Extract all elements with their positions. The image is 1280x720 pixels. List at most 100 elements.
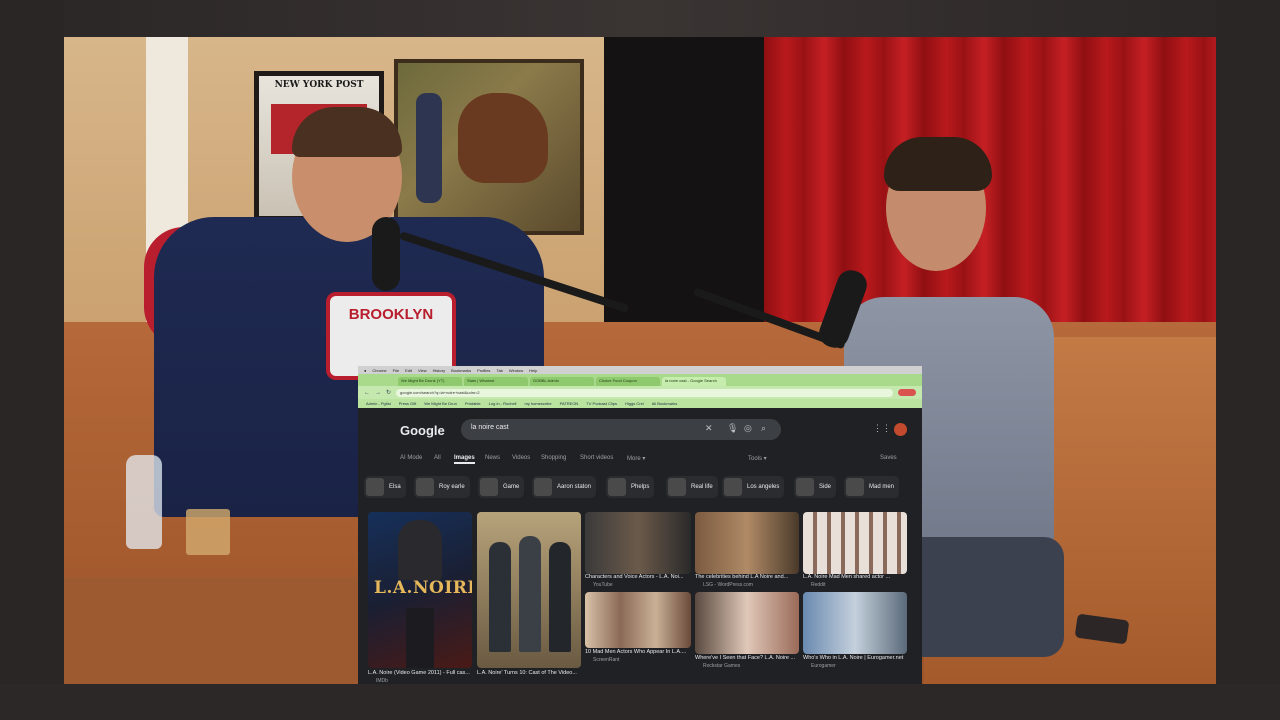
search-nav-tabs: AI Mode All Images News Videos Shopping … — [400, 455, 910, 467]
bookmark[interactable]: Higgs Crel — [625, 401, 644, 406]
tab-shopping[interactable]: Shopping — [541, 455, 566, 461]
reload-icon[interactable]: ↻ — [386, 389, 391, 396]
chip[interactable]: Side — [794, 476, 837, 498]
result-caption[interactable]: Where've I Seen that Face? L.A. Noire ..… — [695, 655, 799, 661]
tab-videos[interactable]: Videos — [512, 455, 530, 461]
chip[interactable]: Game — [478, 476, 525, 498]
menu-item[interactable]: Bookmarks — [451, 368, 471, 373]
menu-item[interactable]: File — [393, 368, 399, 373]
chip-thumbnail — [668, 478, 686, 496]
chip-thumbnail — [416, 478, 434, 496]
result-caption[interactable]: Who's Who in L.A. Noire | Eurogamer.net — [803, 655, 907, 661]
bookmark[interactable]: PATREON — [560, 401, 579, 406]
image-result[interactable] — [477, 512, 581, 668]
microphone-icon[interactable]: 🎙 — [727, 423, 738, 434]
image-result[interactable] — [803, 592, 907, 654]
result-caption[interactable]: L.A. Noire (Video Game 2011) - Full cas.… — [368, 670, 478, 676]
browser-tab[interactable]: GOBBL Admin — [530, 377, 594, 386]
apps-grid-icon[interactable]: ⋮⋮ — [873, 423, 891, 434]
chip-thumbnail — [846, 478, 864, 496]
menu-item[interactable]: View — [418, 368, 427, 373]
profile-badge[interactable] — [898, 389, 916, 396]
apple-icon[interactable]: ● — [364, 368, 366, 373]
image-result[interactable] — [585, 592, 691, 648]
chip[interactable]: Mad men — [844, 476, 900, 498]
bookmark[interactable]: Log in - Rochell — [489, 401, 517, 406]
result-caption[interactable]: L.A. Noire' Turns 10: Cast of The Video.… — [477, 670, 587, 676]
tools-button[interactable]: Tools ▾ — [748, 455, 767, 462]
menu-item[interactable]: Profiles — [477, 368, 490, 373]
result-caption[interactable]: Characters and Voice Actors - L.A. Noi..… — [585, 574, 691, 580]
tab-ai-mode[interactable]: AI Mode — [400, 455, 422, 461]
chip-label: Aaron staton — [557, 484, 592, 490]
tab-more[interactable]: More ▾ — [627, 455, 645, 462]
bookmark[interactable]: my homescribe — [524, 401, 551, 406]
tab-short-videos[interactable]: Short videos — [580, 455, 613, 461]
chip[interactable]: Aaron staton — [532, 476, 597, 498]
menu-item[interactable]: Tab — [496, 368, 502, 373]
bookmark[interactable]: All Bookmarks — [652, 401, 678, 406]
whiskey-glass — [186, 509, 230, 555]
chip-thumbnail — [608, 478, 626, 496]
chip[interactable]: Roy earle — [414, 476, 470, 498]
lens-icon[interactable]: ◎ — [744, 423, 752, 434]
result-source[interactable]: LSG - WordPress.com — [703, 582, 753, 588]
google-logo[interactable]: Google — [400, 423, 445, 438]
bookmark[interactable]: Press Gift — [399, 401, 417, 406]
result-caption[interactable]: The celebrities behind L.A Noire and... — [695, 574, 799, 580]
video-frame-top — [0, 0, 1280, 37]
menu-item[interactable]: Window — [509, 368, 523, 373]
bookmark[interactable]: We Might Be Drun — [424, 401, 457, 406]
clear-icon[interactable]: ✕ — [705, 423, 713, 434]
result-source[interactable]: ScreenRant — [593, 657, 619, 663]
image-result[interactable] — [695, 592, 799, 654]
menu-item[interactable]: Edit — [405, 368, 412, 373]
result-source[interactable]: Eurogamer — [811, 663, 836, 669]
tab-news[interactable]: News — [485, 455, 500, 461]
menu-item[interactable]: History — [433, 368, 445, 373]
chip-label: Los angeles — [747, 484, 780, 490]
menu-item[interactable]: Chrome — [372, 368, 386, 373]
image-result[interactable] — [803, 512, 907, 574]
chip-label: Phelps — [631, 484, 650, 490]
avatar[interactable] — [894, 423, 907, 436]
search-box[interactable]: la noire cast ✕ 🎙 ◎ ⌕ — [461, 419, 781, 440]
chip[interactable]: Elsa — [364, 476, 406, 498]
image-result[interactable] — [585, 512, 691, 574]
result-caption[interactable]: L.A. Noire Mad Men shared actor ... — [803, 574, 907, 580]
chip[interactable]: Real life — [666, 476, 718, 498]
result-source[interactable]: YouTube — [593, 582, 613, 588]
bookmark[interactable]: Printable — [465, 401, 481, 406]
google-images-page: Google la noire cast ✕ 🎙 ◎ ⌕ ⋮⋮ AI Mode … — [358, 408, 922, 684]
image-result[interactable] — [695, 512, 799, 574]
bookmark[interactable]: TV Podcast Clips — [586, 401, 617, 406]
back-icon[interactable]: ← — [364, 390, 370, 396]
chip-thumbnail — [366, 478, 384, 496]
image-result[interactable]: L.A.NOIRE — [368, 512, 472, 668]
result-source[interactable]: IMDb — [376, 678, 388, 684]
saves-button[interactable]: Saves — [880, 455, 897, 461]
bookmark[interactable]: Admin - Pglist — [366, 401, 391, 406]
result-source[interactable]: Rockstar Games — [703, 663, 740, 669]
result-source[interactable]: Reddit — [811, 582, 825, 588]
tab-all[interactable]: All — [434, 455, 441, 461]
chip-label: Game — [503, 484, 520, 490]
chip[interactable]: Phelps — [606, 476, 655, 498]
search-input[interactable]: la noire cast — [471, 424, 509, 431]
menu-item[interactable]: Help — [529, 368, 537, 373]
search-icon[interactable]: ⌕ — [761, 423, 766, 434]
host-right-hair — [884, 137, 992, 191]
browser-tab-active[interactable]: la noire cast - Google Search — [662, 377, 726, 386]
forward-icon[interactable]: → — [375, 390, 381, 396]
coffee-table — [64, 577, 364, 684]
cast-member — [519, 536, 541, 652]
browser-tab[interactable]: Choice Food Coupon — [596, 377, 660, 386]
chip[interactable]: Los angeles — [722, 476, 785, 498]
result-caption[interactable]: 10 Mad Men Actors Who Appear In L.A.... — [585, 649, 691, 655]
browser-tab[interactable]: Stats | Whatnot — [464, 377, 528, 386]
bookmarks-bar: Admin - Pglist Press Gift We Might Be Dr… — [358, 399, 922, 408]
browser-tab[interactable]: We Might Be Drunk (YT) — [398, 377, 462, 386]
tab-images[interactable]: Images — [454, 455, 475, 464]
url-field[interactable]: google.com/search?q=la+noire+cast&udm=2 — [396, 388, 893, 397]
jersey-text: BROOKLYN — [348, 306, 434, 323]
